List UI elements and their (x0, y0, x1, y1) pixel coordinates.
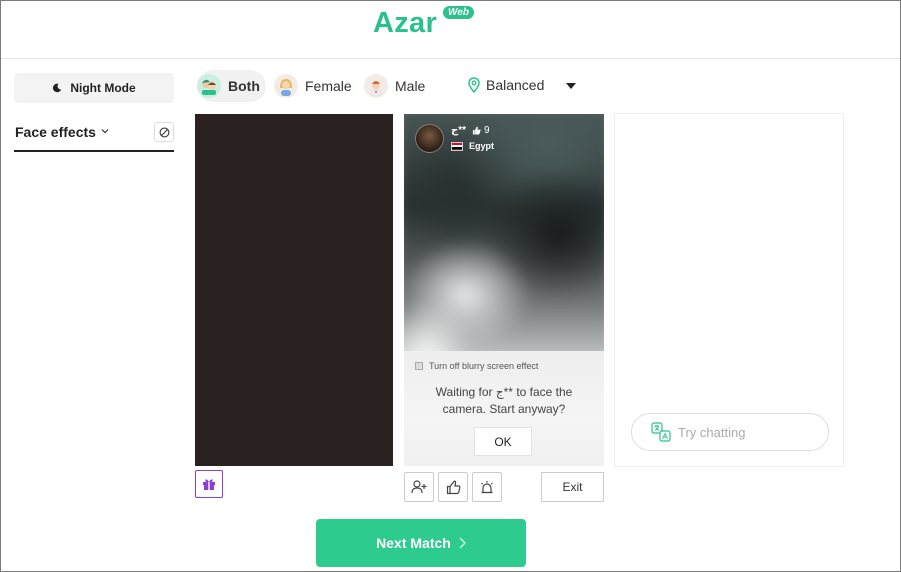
filter-both-label: Both (228, 78, 260, 94)
partner-country: Egypt (451, 141, 494, 151)
filter-male[interactable]: Male (364, 70, 425, 102)
blurry-effect-option[interactable]: Turn off blurry screen effect (415, 361, 538, 371)
location-pin-icon (468, 77, 480, 93)
no-effect-button[interactable] (154, 122, 174, 142)
like-button[interactable] (438, 472, 468, 502)
face-effects-label: Face effects (15, 124, 96, 140)
exit-button[interactable]: Exit (541, 472, 604, 502)
face-effects-dropdown[interactable]: Face effects (14, 122, 174, 152)
my-video-feed (195, 114, 393, 466)
report-button[interactable] (472, 472, 502, 502)
partner-country-label: Egypt (469, 141, 495, 151)
night-mode-label: Night Mode (70, 81, 136, 95)
partner-name: ج** (451, 125, 467, 136)
filter-both[interactable]: Both (197, 70, 266, 102)
blurry-effect-checkbox[interactable] (415, 362, 423, 370)
filter-female-label: Female (305, 78, 352, 94)
translate-icon (651, 422, 671, 442)
ok-button[interactable]: OK (474, 427, 532, 456)
next-match-button[interactable]: Next Match (316, 519, 526, 567)
location-filter[interactable]: Balanced (468, 77, 544, 93)
blurry-effect-label: Turn off blurry screen effect (429, 361, 539, 371)
gift-button[interactable] (195, 470, 223, 498)
no-effect-icon (159, 127, 169, 137)
header: Azar Web (1, 1, 900, 59)
chat-input[interactable]: Try chatting (631, 413, 829, 451)
night-mode-button[interactable]: Night Mode (14, 73, 174, 103)
add-friend-button[interactable] (404, 472, 434, 502)
both-avatar-icon (197, 74, 221, 98)
add-friend-icon (411, 480, 427, 494)
filter-male-label: Male (395, 78, 426, 94)
partner-likes-count: 9 (484, 125, 490, 136)
filter-female[interactable]: Female (274, 70, 352, 102)
location-label: Balanced (486, 77, 545, 93)
partner-avatar[interactable] (415, 124, 444, 153)
male-avatar-icon (364, 74, 388, 98)
thumbs-up-icon (472, 126, 481, 135)
female-avatar-icon (274, 74, 298, 98)
chat-placeholder: Try chatting (678, 424, 746, 440)
partner-likes: 9 (472, 125, 490, 136)
chevron-right-icon (459, 537, 466, 549)
gift-icon (203, 479, 215, 490)
azar-logo[interactable]: Azar (373, 7, 437, 40)
next-match-label: Next Match (376, 535, 451, 551)
waiting-panel: Turn off blurry screen effect Waiting fo… (404, 351, 604, 466)
web-badge: Web (443, 6, 474, 19)
egypt-flag-icon (451, 141, 463, 151)
partner-info: ج** 9 (451, 125, 490, 136)
thumbs-up-outline-icon (446, 480, 460, 494)
waiting-message: Waiting for ج** to face the camera. Star… (435, 385, 573, 416)
moon-icon (53, 83, 62, 93)
chat-panel: Try chatting (614, 113, 844, 467)
chevron-down-icon (101, 129, 109, 134)
partner-video: ج** 9 Egypt Turn off blurry screen effec… (404, 114, 604, 466)
report-siren-icon (481, 480, 493, 493)
location-dropdown-arrow-icon[interactable] (566, 83, 576, 89)
